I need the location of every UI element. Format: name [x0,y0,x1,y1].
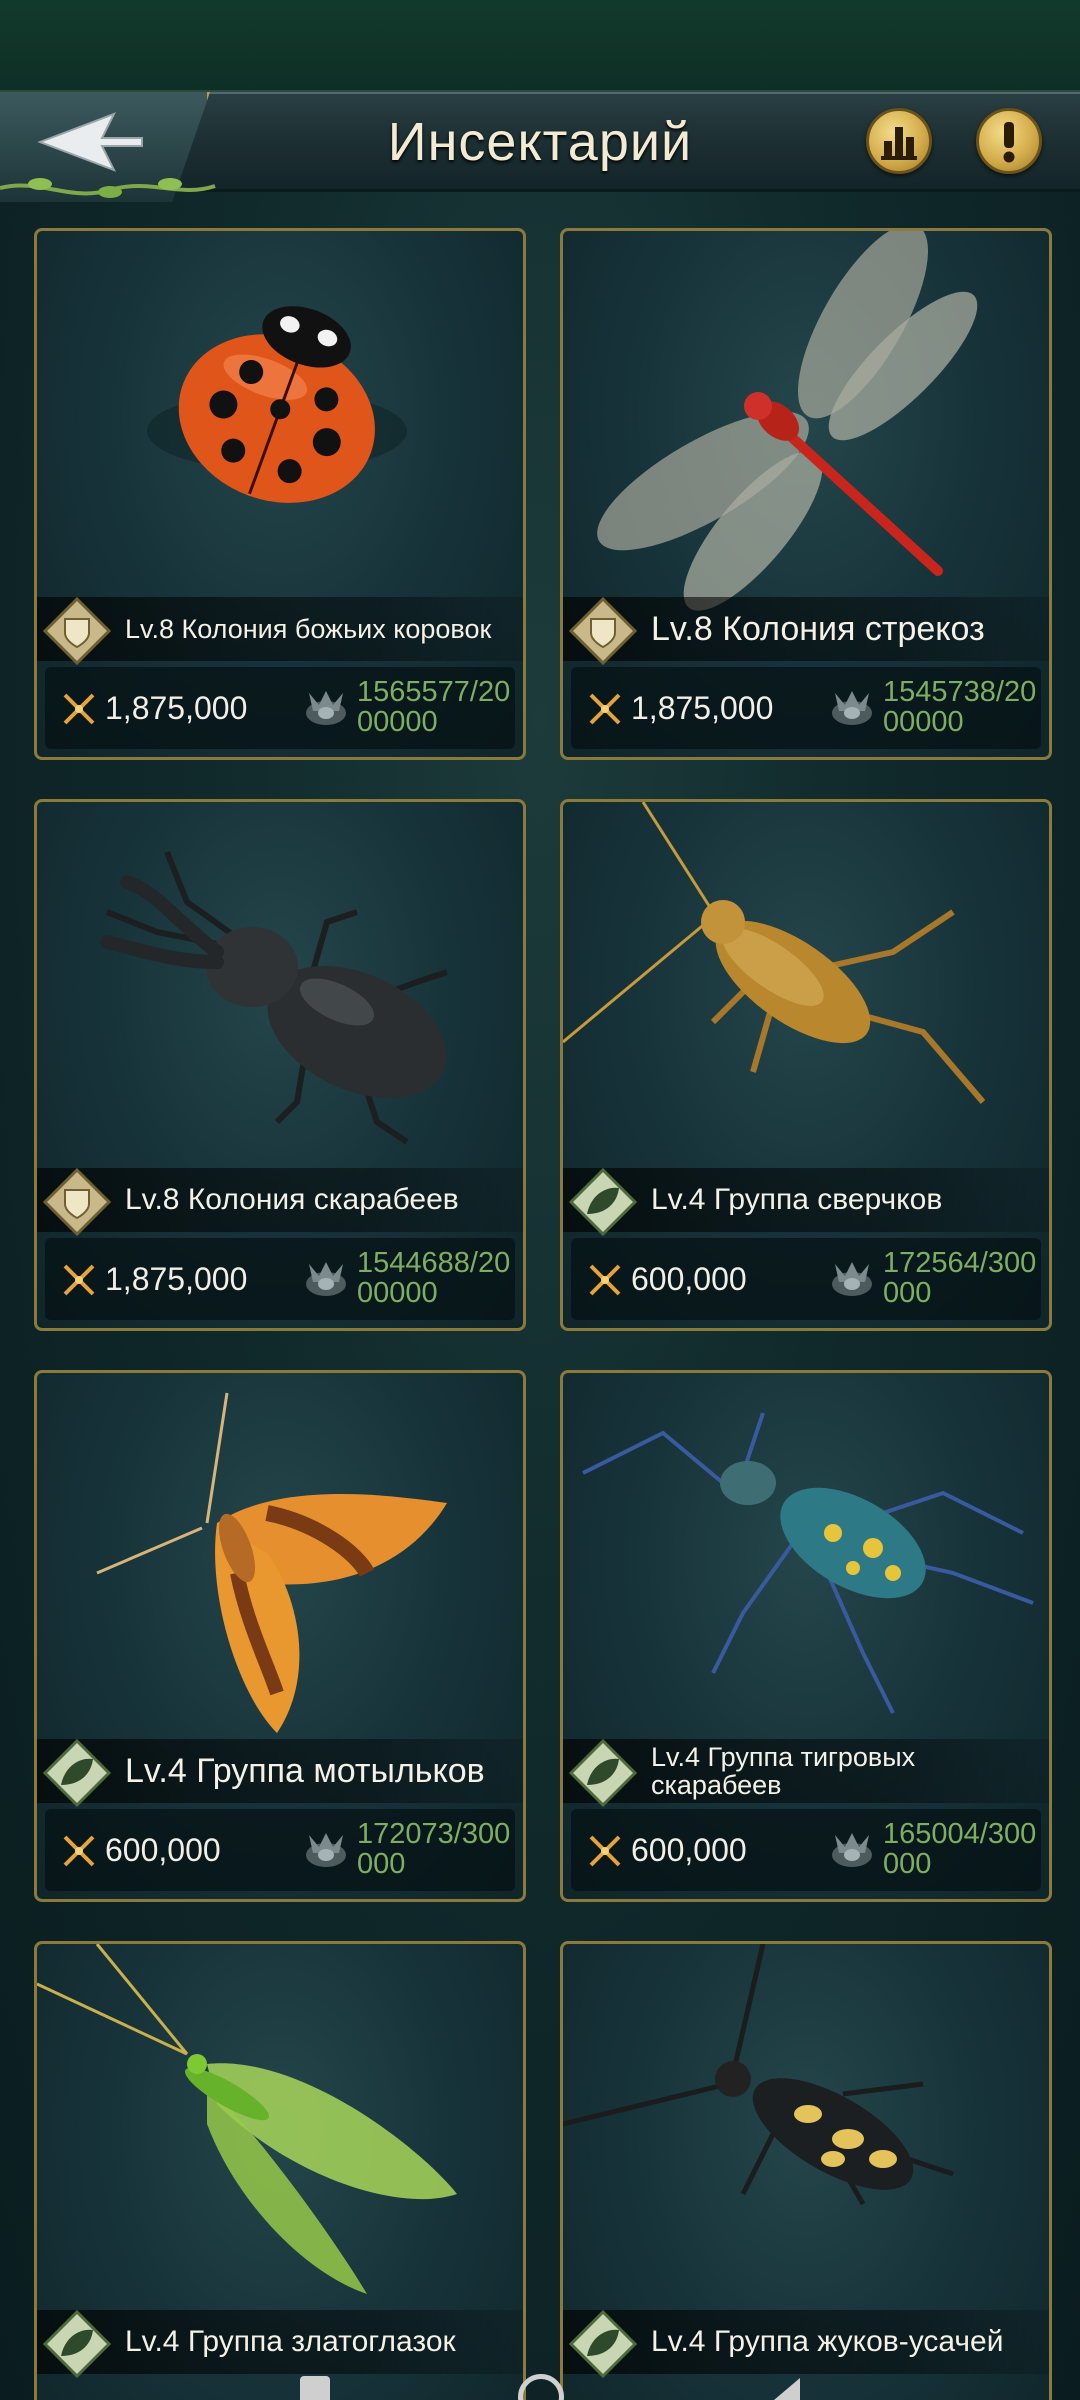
cricket-image [563,802,986,1104]
moth-image [96,1392,447,1733]
crossed-swords-icon [63,693,95,725]
card-stats: 600,000 172073/300000 [45,1809,515,1891]
power-value: 600,000 [631,1261,747,1297]
card-name: Lv.8 Колония божьих коровок [125,614,492,644]
resource-value: 172073/300000 [357,1818,511,1880]
crossed-swords-icon [63,1835,95,1867]
card-scarab-colony[interactable]: Lv.8 Колония скарабеев 1,875,000 1544688… [34,799,526,1331]
crossed-swords-icon [63,1264,95,1296]
power-value: 600,000 [631,1832,747,1868]
insect-resource-icon [832,1262,872,1296]
card-dragonfly-colony[interactable]: Lv.8 Колония стрекоз 1,875,000 1545738/2… [560,228,1052,760]
resource-value: 1544688/2000000 [357,1247,511,1309]
card-cricket-group[interactable]: Lv.4 Группа сверчков 600,000 172564/3000… [560,799,1052,1331]
recent-apps-button[interactable] [300,2376,330,2400]
card-lacewing-group[interactable]: Lv.4 Группа златоглазок [34,1941,526,2400]
info-button[interactable] [976,108,1042,174]
back-arrow-icon [37,112,143,172]
power-value: 1,875,000 [105,690,248,726]
card-name: Lv.4 Группа сверчков [651,1183,943,1216]
insect-resource-icon [306,691,346,725]
longhorn-beetle-image [563,1944,954,2206]
card-name-bar: Lv.8 Колония стрекоз [563,597,1049,665]
card-ladybug-colony[interactable]: Lv.8 Колония божьих коровок 1,875,000 15… [34,228,526,760]
vine-decoration [0,178,216,198]
card-name: Lv.4 Группа жуков-усачей [651,2325,1004,2358]
leaf-badge-icon [568,1739,638,1807]
resource-value: 1565577/2000000 [357,676,511,738]
card-name-bar: Lv.4 Группа мотыльков [37,1739,523,1807]
crossed-swords-icon [589,1835,621,1867]
page-title: Инсектарий [387,112,693,172]
card-name-bar: Lv.8 Колония божьих коровок [37,597,523,665]
exclamation-icon [1003,122,1015,163]
card-stats: 600,000 172564/300000 [571,1238,1041,1320]
card-name-bar: Lv.4 Группа тигровых скарабеев [563,1739,1049,1807]
insect-resource-icon [832,691,872,725]
card-name-bar: Lv.4 Группа златоглазок [37,2310,523,2378]
ladybug-image [147,306,407,503]
card-name: Lv.4 Группа тигровых скарабеев [651,1742,916,1800]
card-name: Lv.8 Колония стрекоз [651,610,985,648]
bar-chart-icon [881,127,917,160]
insect-resource-icon [306,1262,346,1296]
shield-badge-icon [42,597,112,665]
card-name: Lv.4 Группа златоглазок [125,2325,456,2358]
power-value: 1,875,000 [631,690,774,726]
leaf-badge-icon [42,1739,112,1807]
card-tiger-beetle-group[interactable]: Lv.4 Группа тигровых скарабеев 600,000 1… [560,1370,1052,1902]
crossed-swords-icon [589,1264,621,1296]
stag-beetle-image [100,850,448,1145]
card-name: Lv.4 Группа мотыльков [125,1752,485,1790]
card-name-bar: Lv.8 Колония скарабеев [37,1168,523,1236]
card-stats: 600,000 165004/300000 [571,1809,1041,1891]
card-stats: 1,875,000 1544688/2000000 [45,1238,515,1320]
insect-resource-icon [306,1833,346,1867]
card-name-bar: Lv.4 Группа жуков-усачей [563,2310,1049,2378]
shield-badge-icon [568,597,638,665]
dragonfly-image [597,231,978,611]
tiger-beetle-image [582,1412,1034,1714]
power-value: 600,000 [105,1832,221,1868]
insect-resource-icon [832,1833,872,1867]
card-name-bar: Lv.4 Группа сверчков [563,1168,1049,1236]
resource-value: 1545738/2000000 [883,676,1037,738]
card-stats: 1,875,000 1565577/2000000 [45,667,515,749]
stats-button[interactable] [866,108,932,174]
card-stats: 1,875,000 1545738/2000000 [571,667,1041,749]
card-longhorn-beetle-group[interactable]: Lv.4 Группа жуков-усачей [560,1941,1052,2400]
crossed-swords-icon [589,693,621,725]
status-area [0,0,1080,92]
resource-value: 165004/300000 [883,1818,1037,1880]
leaf-badge-icon [42,2310,112,2378]
shield-badge-icon [42,1168,112,1236]
card-name: Lv.8 Колония скарабеев [125,1183,459,1216]
card-moth-group[interactable]: Lv.4 Группа мотыльков 600,000 172073/300… [34,1370,526,1902]
power-value: 1,875,000 [105,1261,248,1297]
lacewing-image [37,1944,457,2294]
resource-value: 172564/300000 [883,1247,1037,1309]
system-back-icon[interactable] [770,2378,806,2400]
leaf-badge-icon [568,2310,638,2378]
leaf-badge-icon [568,1168,638,1236]
